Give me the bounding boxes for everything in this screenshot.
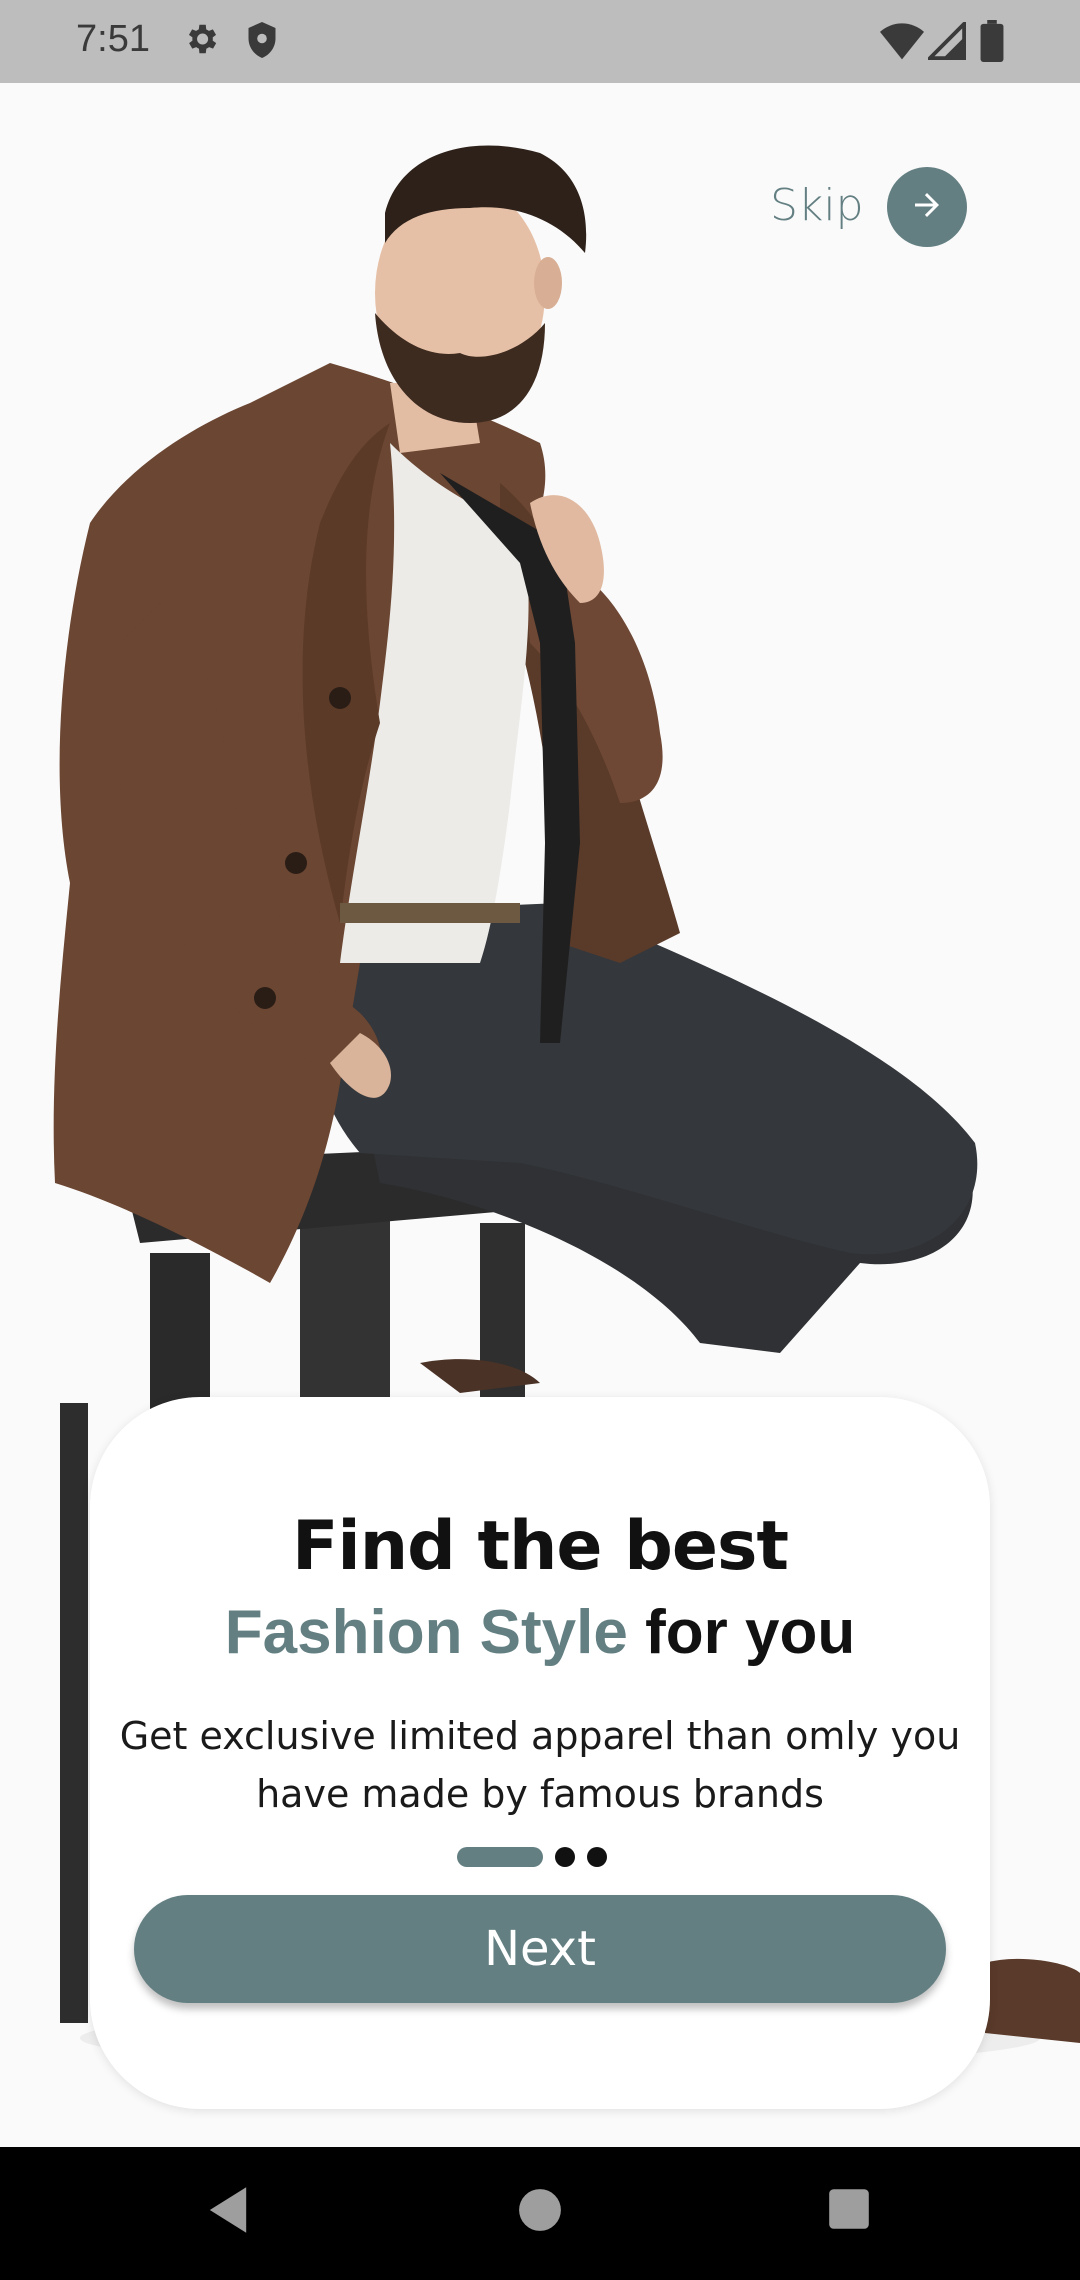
- battery-icon: [980, 20, 1004, 62]
- title-line-2: Fashion Style for you: [90, 1597, 990, 1668]
- onboarding-screen: 7:51 Skip Find the best Fashion Style fo…: [0, 0, 1080, 2280]
- settings-icon: [182, 20, 220, 58]
- title-line-1: Find the best: [291, 1507, 789, 1586]
- skip-label[interactable]: Skip: [770, 180, 864, 231]
- page-dot: [555, 1847, 575, 1867]
- navigation-bar: [0, 2147, 1080, 2280]
- status-bar: 7:51: [0, 0, 1080, 83]
- subtitle: Get exclusive limited apparel than omly …: [119, 1714, 961, 1816]
- arrow-right-icon: [909, 187, 945, 227]
- title-accent: Fashion Style: [224, 1598, 628, 1667]
- recents-icon[interactable]: [827, 2187, 871, 2235]
- signal-icon: [928, 22, 966, 60]
- back-icon[interactable]: [205, 2185, 251, 2239]
- status-time: 7:51: [76, 18, 150, 60]
- page-indicator: [457, 1847, 607, 1867]
- home-icon[interactable]: [517, 2185, 563, 2239]
- shield-icon: [244, 20, 280, 60]
- onboarding-card: Find the best Fashion Style for you Get …: [90, 1397, 990, 2109]
- page-dot-active: [457, 1847, 543, 1867]
- skip-button[interactable]: [887, 167, 967, 247]
- next-button[interactable]: Next: [134, 1895, 946, 2003]
- page-dot: [587, 1847, 607, 1867]
- title-rest: for you: [627, 1598, 856, 1667]
- wifi-icon: [880, 22, 924, 60]
